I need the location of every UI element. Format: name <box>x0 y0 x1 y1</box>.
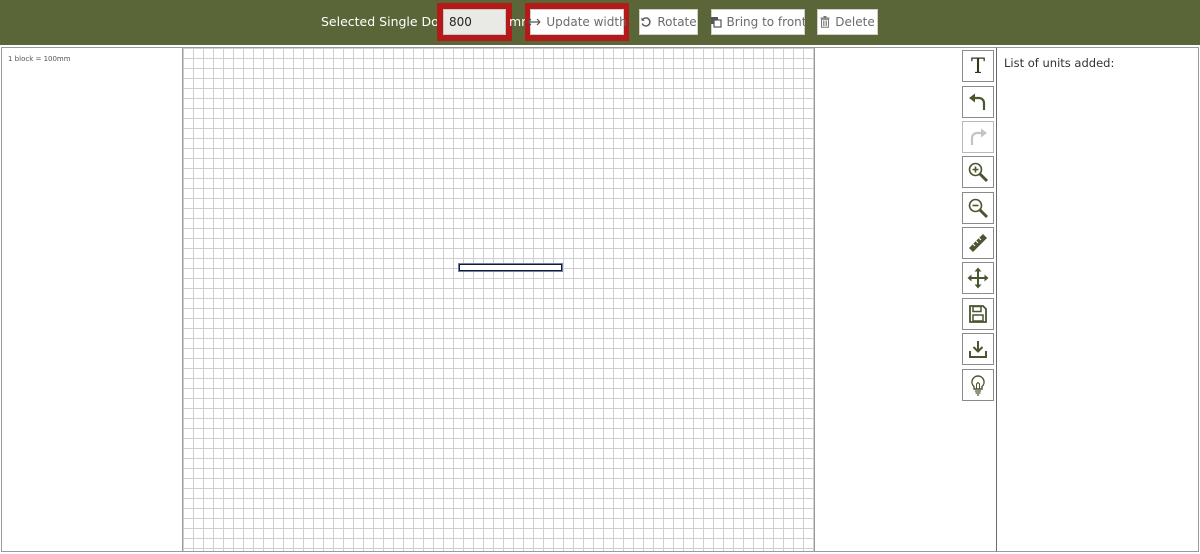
trash-icon <box>820 16 830 28</box>
measure-button[interactable] <box>962 227 994 259</box>
tips-button[interactable] <box>962 369 994 401</box>
units-list-title: List of units added: <box>1004 56 1115 70</box>
undo-arrow-icon <box>969 93 986 110</box>
download-tray-icon <box>969 341 987 358</box>
lightbulb-icon <box>971 375 985 396</box>
zoom-in-icon <box>968 162 989 183</box>
units-panel: List of units added: <box>997 47 1199 552</box>
rotate-button[interactable]: Rotate <box>639 9 698 35</box>
width-unit-label: mm <box>509 14 526 29</box>
single-door-unit[interactable] <box>458 263 563 272</box>
update-width-label: Update width <box>546 15 627 29</box>
width-input-highlight <box>437 3 512 41</box>
floppy-disk-icon <box>969 305 987 323</box>
text-tool-button[interactable]: T <box>962 50 994 82</box>
delete-button[interactable]: Delete <box>817 9 878 35</box>
svg-text:T: T <box>971 55 985 77</box>
update-width-highlight: Update width <box>525 3 629 41</box>
move-arrows-icon <box>967 267 989 289</box>
redo-arrow-icon <box>970 128 987 145</box>
zoom-in-button[interactable] <box>962 156 994 188</box>
pan-button[interactable] <box>962 262 994 294</box>
layers-icon <box>710 17 722 28</box>
selected-item-label: Selected Single Door <box>321 14 452 29</box>
download-button[interactable] <box>962 333 994 365</box>
rotate-label: Rotate <box>657 15 697 29</box>
rotate-icon <box>641 17 651 27</box>
update-width-button[interactable]: Update width <box>527 9 627 35</box>
zoom-out-button[interactable] <box>962 192 994 224</box>
undo-button[interactable] <box>962 86 994 118</box>
bring-to-front-label: Bring to front <box>726 15 807 29</box>
save-button[interactable] <box>962 298 994 330</box>
text-T-icon: T <box>971 55 985 77</box>
bring-to-front-button[interactable]: Bring to front <box>710 9 807 35</box>
width-input[interactable] <box>443 9 506 35</box>
horizontal-resize-icon <box>527 18 541 26</box>
delete-label: Delete <box>835 15 875 29</box>
zoom-out-icon <box>968 198 989 219</box>
top-toolbar: Selected Single Door mm Update width Rot… <box>0 0 1200 45</box>
drawing-canvas[interactable] <box>183 47 815 552</box>
scale-label: 1 block = 100mm <box>8 55 71 63</box>
ruler-icon <box>969 234 987 252</box>
left-panel: 1 block = 100mm <box>1 47 183 552</box>
redo-button[interactable] <box>962 121 994 153</box>
